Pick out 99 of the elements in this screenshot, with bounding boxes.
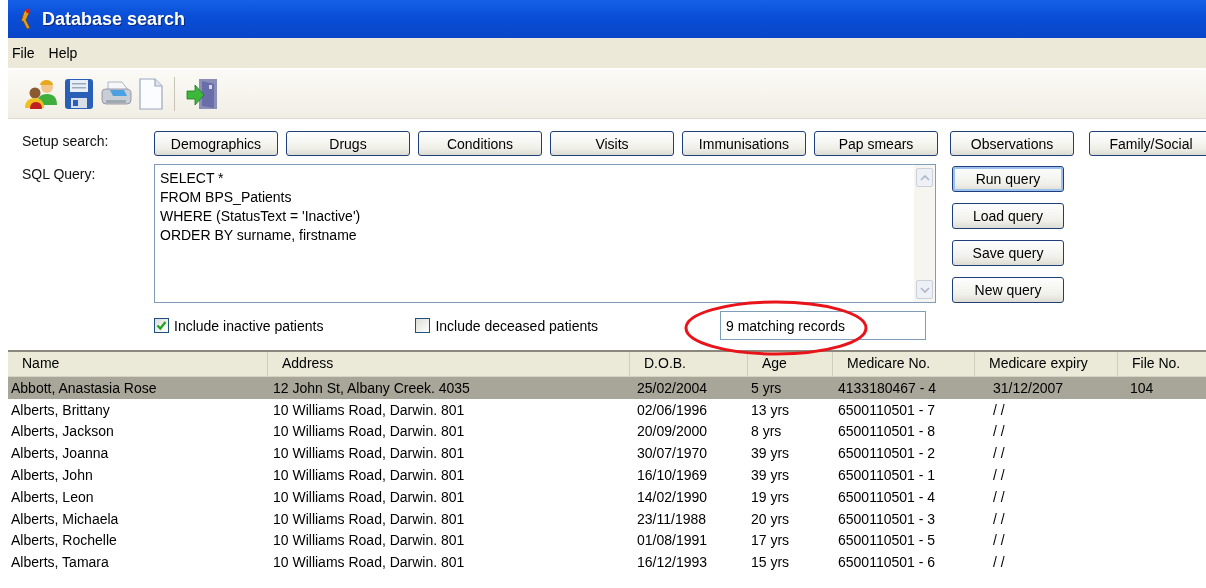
table-cell-text: 10 Williams Road, Darwin. 801 xyxy=(272,532,466,549)
table-cell-text: 8 yrs xyxy=(750,423,783,440)
search-category-button[interactable]: Immunisations xyxy=(682,131,806,156)
column-header[interactable]: Age xyxy=(748,352,833,376)
menu-item[interactable]: Help xyxy=(48,45,78,61)
printer-icon[interactable] xyxy=(100,80,132,108)
column-header[interactable]: Medicare No. xyxy=(833,352,975,376)
table-cell-text: 23/11/1988 xyxy=(636,510,708,527)
table-cell-text: 6500110501 - 7 xyxy=(837,401,937,418)
table-cell-text: 6500110501 - 1 xyxy=(837,467,937,484)
table-cell-text: 17 yrs xyxy=(750,532,791,549)
table-cell-text: 10 Williams Road, Darwin. 801 xyxy=(272,445,466,462)
table-cell-text: Alberts, John xyxy=(10,467,94,484)
table-cell-text: 13 yrs xyxy=(750,401,791,418)
table-cell-text: 6500110501 - 6 xyxy=(837,554,937,571)
sql-query-field[interactable]: SELECT * FROM BPS_Patients WHERE (StatusText = 'Inactive') ORDER BY surname, firstname xyxy=(154,164,936,303)
table-cell-text: / / xyxy=(992,401,1006,418)
query-button[interactable]: Save query xyxy=(952,240,1064,266)
table-cell-text: 39 yrs xyxy=(750,467,791,484)
column-header[interactable]: Address xyxy=(268,352,630,376)
table-row[interactable]: Alberts, John 10 Williams Road, Darwin. 801 16/10/1969 39 yrs 6500110501 - 1 / / xyxy=(8,464,1206,486)
table-cell-text: Alberts, Jackson xyxy=(10,423,115,440)
column-header[interactable]: File No. xyxy=(1118,352,1206,376)
checkbox-label[interactable]: Include inactive patients xyxy=(174,317,324,334)
table-row[interactable]: Alberts, Leon 10 Williams Road, Darwin. 801 14/02/1990 19 yrs 6500110501 - 4 / / xyxy=(8,486,1206,508)
exit-door-icon[interactable] xyxy=(185,77,219,111)
window-title: Database search xyxy=(42,8,186,30)
table-cell-text: 6500110501 - 4 xyxy=(837,488,937,505)
query-button[interactable]: Load query xyxy=(952,203,1064,229)
table-cell-text: Alberts, Joanna xyxy=(10,445,110,462)
people-icon[interactable] xyxy=(24,78,58,110)
table-cell-text: / / xyxy=(992,510,1006,527)
table-row[interactable]: Alberts, Jackson 10 Williams Road, Darwin. 801 20/09/2000 8 yrs 6500110501 - 8 / / xyxy=(8,420,1206,443)
table-cell-text: 10 Williams Road, Darwin. 801 xyxy=(272,401,466,418)
table-cell-text: 10 Williams Road, Darwin. 801 xyxy=(272,554,466,571)
checkbox[interactable] xyxy=(415,318,431,333)
table-cell-text: Alberts, Brittany xyxy=(10,401,111,418)
column-header[interactable]: D.O.B. xyxy=(630,352,748,376)
menu-item[interactable]: File xyxy=(12,45,35,61)
table-cell-text: 10 Williams Road, Darwin. 801 xyxy=(272,423,466,440)
table-cell-text: Alberts, Rochelle xyxy=(10,532,118,549)
table-cell-text: 6500110501 - 5 xyxy=(837,532,937,549)
table-row[interactable]: Alberts, Joanna 10 Williams Road, Darwin. 801 30/07/1970 39 yrs 6500110501 - 2 / / xyxy=(8,442,1206,465)
result-count-field: 9 matching records xyxy=(720,311,926,340)
table-cell-text: 16/10/1969 xyxy=(636,467,709,484)
table-cell-text: 30/07/1970 xyxy=(636,445,709,462)
table-cell-text: / / xyxy=(992,423,1006,440)
table-cell-text: 5 yrs xyxy=(750,379,783,396)
field-label: SQL Query: xyxy=(22,165,97,184)
table-row[interactable]: Alberts, Michaela 10 Williams Road, Darwin. 801 23/11/1988 20 yrs 6500110501 - 3 / / xyxy=(8,507,1206,530)
search-category-button[interactable]: Observations xyxy=(950,131,1074,156)
checkbox-label[interactable]: Include deceased patients xyxy=(435,317,599,334)
table-cell-text: / / xyxy=(992,532,1006,549)
table-cell-text: 39 yrs xyxy=(750,445,791,462)
table-row[interactable]: Alberts, Rochelle 10 Williams Road, Darwin. 801 01/08/1991 17 yrs 6500110501 - 5 / / xyxy=(8,529,1206,552)
table-cell-text: 15 yrs xyxy=(750,554,791,571)
table-cell-text: 19 yrs xyxy=(750,488,791,505)
table-cell-text: 01/08/1991 xyxy=(636,532,709,549)
table-cell-text: 4133180467 - 4 xyxy=(837,379,938,396)
table-cell-text: 31/12/2007 xyxy=(992,379,1065,396)
table-cell-text: 6500110501 - 8 xyxy=(837,423,937,440)
search-category-button[interactable]: Pap smears xyxy=(814,131,938,156)
table-cell-text: 6500110501 - 2 xyxy=(837,445,937,462)
search-category-button[interactable]: Family/Social xyxy=(1089,131,1206,156)
query-button[interactable]: Run query xyxy=(952,166,1064,192)
column-header[interactable]: Medicare expiry xyxy=(975,352,1118,376)
table-row[interactable]: Alberts, Tamara 10 Williams Road, Darwin. 801 16/12/1993 15 yrs 6500110501 - 6 / / xyxy=(8,551,1206,574)
table-cell-text: 10 Williams Road, Darwin. 801 xyxy=(272,467,466,484)
search-category-button[interactable]: Visits xyxy=(550,131,674,156)
checkbox[interactable] xyxy=(154,318,169,333)
query-button[interactable]: New query xyxy=(952,277,1064,303)
table-cell-text: 25/02/2004 xyxy=(636,379,709,396)
table-cell-text: 104 xyxy=(1129,379,1155,396)
app-icon xyxy=(18,8,34,30)
search-category-button[interactable]: Drugs xyxy=(286,131,410,156)
table-row[interactable]: Alberts, Brittany 10 Williams Road, Darwin. 801 02/06/1996 13 yrs 6500110501 - 7 / / xyxy=(8,398,1206,421)
table-cell-text: 14/02/1990 xyxy=(636,488,709,505)
table-cell-text: Alberts, Leon xyxy=(10,488,95,505)
table-cell-text: Alberts, Tamara xyxy=(10,554,110,571)
table-cell-text: Abbott, Anastasia Rose xyxy=(10,379,158,396)
search-category-button[interactable]: Conditions xyxy=(418,131,542,156)
table-cell-text: 10 Williams Road, Darwin. 801 xyxy=(272,488,466,505)
table-cell-text: 10 Williams Road, Darwin. 801 xyxy=(272,510,466,527)
table-cell-text: / / xyxy=(992,445,1006,462)
table-cell-text: 02/06/1996 xyxy=(636,401,709,418)
save-icon[interactable] xyxy=(64,78,94,110)
table-cell-text: 12 John St, Albany Creek. 4035 xyxy=(272,379,471,396)
table-cell-text: 20/09/2000 xyxy=(636,423,709,440)
table-row[interactable]: Abbott, Anastasia Rose 12 John St, Albany Creek. 4035 25/02/2004 5 yrs 4133180467 - 4 31/12/2007 104 xyxy=(8,377,1206,399)
table-cell-text: / / xyxy=(992,554,1006,571)
table-cell-text: 20 yrs xyxy=(750,510,791,527)
table-cell-text: 6500110501 - 3 xyxy=(837,510,937,527)
search-category-button[interactable]: Demographics xyxy=(154,131,278,156)
table-cell-text: / / xyxy=(992,488,1006,505)
field-label: Setup search: xyxy=(22,132,110,151)
table-cell-text: 16/12/1993 xyxy=(636,554,709,571)
column-header[interactable]: Name xyxy=(8,352,268,376)
table-cell-text: Alberts, Michaela xyxy=(10,510,120,527)
table-cell-text: / / xyxy=(992,467,1006,484)
